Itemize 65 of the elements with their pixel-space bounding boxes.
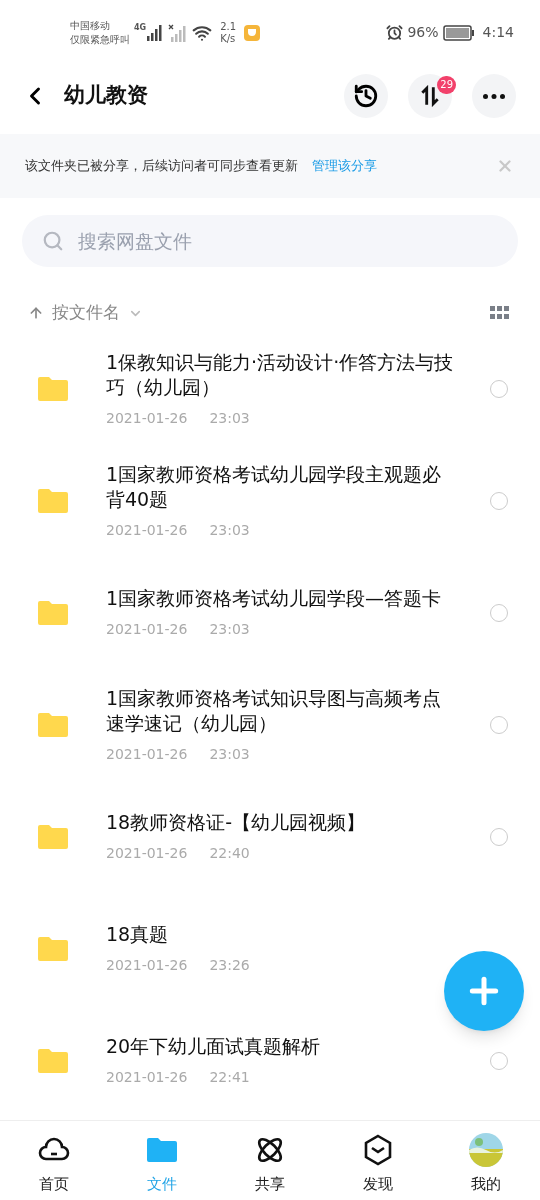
folder-date: 2021-01-26 xyxy=(106,408,188,428)
close-icon[interactable] xyxy=(496,157,514,175)
arrow-up-icon xyxy=(28,305,44,321)
battery-icon xyxy=(442,24,475,41)
folder-icon xyxy=(36,823,70,851)
folder-row[interactable]: 1保教知识与能力·活动设计·作答方法与技巧（幼儿园） 2021-01-26 23:03 xyxy=(0,333,540,445)
folder-icon xyxy=(36,375,70,403)
folder-name: 1国家教师资格考试知识导图与高频考点速学速记（幼儿园） xyxy=(106,685,443,736)
folder-date: 2021-01-26 xyxy=(106,844,188,863)
page-title: 幼儿教资 xyxy=(64,82,148,110)
folder-row[interactable]: 18教师资格证-【幼儿园视频】 2021-01-26 22:40 xyxy=(0,781,540,893)
folder-time: 23:03 xyxy=(209,620,250,639)
folder-date: 2021-01-26 xyxy=(106,1068,188,1087)
folder-name: 18教师资格证-【幼儿园视频】 xyxy=(106,810,367,835)
folder-date: 2021-01-26 xyxy=(106,956,188,975)
nav-tab[interactable]: 我的 xyxy=(432,1121,540,1200)
history-icon xyxy=(353,83,379,109)
nav-tab[interactable]: 发现 xyxy=(324,1121,432,1200)
search-icon xyxy=(42,230,64,252)
folder-row[interactable]: 20年下幼儿面试真题解析 2021-01-26 22:41 xyxy=(0,1005,540,1117)
folder-name: 20年下幼儿面试真题解析 xyxy=(106,1034,322,1059)
folder-name: 1国家教师资格考试幼儿园学段主观题必背40题 xyxy=(106,461,443,512)
folder-icon xyxy=(36,711,70,739)
folder-name: 1保教知识与能力·活动设计·作答方法与技巧（幼儿园） xyxy=(106,349,455,400)
search-field[interactable]: 搜索网盘文件 xyxy=(22,215,518,267)
signal-icon xyxy=(146,24,165,41)
up-down-arrows-icon xyxy=(419,85,441,107)
folder-name: 18真题 xyxy=(106,922,170,947)
battery-percent: 96% xyxy=(407,23,439,42)
grid-view-icon[interactable] xyxy=(490,306,510,320)
history-button[interactable] xyxy=(344,74,388,118)
carrier-name: 中国移动 xyxy=(70,18,111,33)
folder-date: 2021-01-26 xyxy=(106,620,188,639)
folder-time: 22:40 xyxy=(209,844,250,863)
nav-tab[interactable]: 共享 xyxy=(216,1121,324,1200)
nav-tab[interactable]: 首页 xyxy=(0,1121,108,1200)
folder-time: 23:03 xyxy=(209,744,250,764)
notification-icon xyxy=(244,24,261,41)
transfer-count-badge: 29 xyxy=(437,76,456,94)
folder-time: 23:03 xyxy=(209,520,250,540)
folder-row[interactable]: 1国家教师资格考试幼儿园学段—答题卡 2021-01-26 23:03 xyxy=(0,557,540,669)
speed-value: 2.1 xyxy=(220,20,237,33)
folder-date: 2021-01-26 xyxy=(106,520,188,540)
folder-time: 22:41 xyxy=(209,1068,250,1087)
speed-unit: K/s xyxy=(220,32,237,45)
more-icon xyxy=(483,93,505,99)
more-button[interactable] xyxy=(472,74,516,118)
folder-time: 23:03 xyxy=(209,408,250,428)
folder-row[interactable]: 1国家教师资格考试幼儿园学段主观题必背40题 2021-01-26 23:03 xyxy=(0,445,540,557)
clock-time: 4:14 xyxy=(482,23,514,42)
folder-time: 23:26 xyxy=(209,956,250,975)
share-notice-text: 该文件夹已被分享，后续访问者可同步查看更新 xyxy=(25,157,298,176)
no-signal-icon xyxy=(168,23,189,42)
sort-button[interactable]: 按文件名 xyxy=(28,300,143,326)
folder-icon xyxy=(36,935,70,963)
folder-name: 1国家教师资格考试幼儿园学段—答题卡 xyxy=(106,586,443,611)
alarm-icon xyxy=(386,24,404,41)
folder-row[interactable]: 18真题 2021-01-26 23:26 xyxy=(0,893,540,1005)
folder-icon xyxy=(36,1047,70,1075)
folder-icon xyxy=(36,599,70,627)
network-type: 4G xyxy=(134,22,147,34)
folder-date: 2021-01-26 xyxy=(106,744,188,764)
carrier-note: 仅限紧急呼叫 xyxy=(70,32,130,47)
folder-row[interactable]: 1国家教师资格考试知识导图与高频考点速学速记（幼儿园） 2021-01-26 23:03 xyxy=(0,669,540,781)
folder-icon xyxy=(36,487,70,515)
